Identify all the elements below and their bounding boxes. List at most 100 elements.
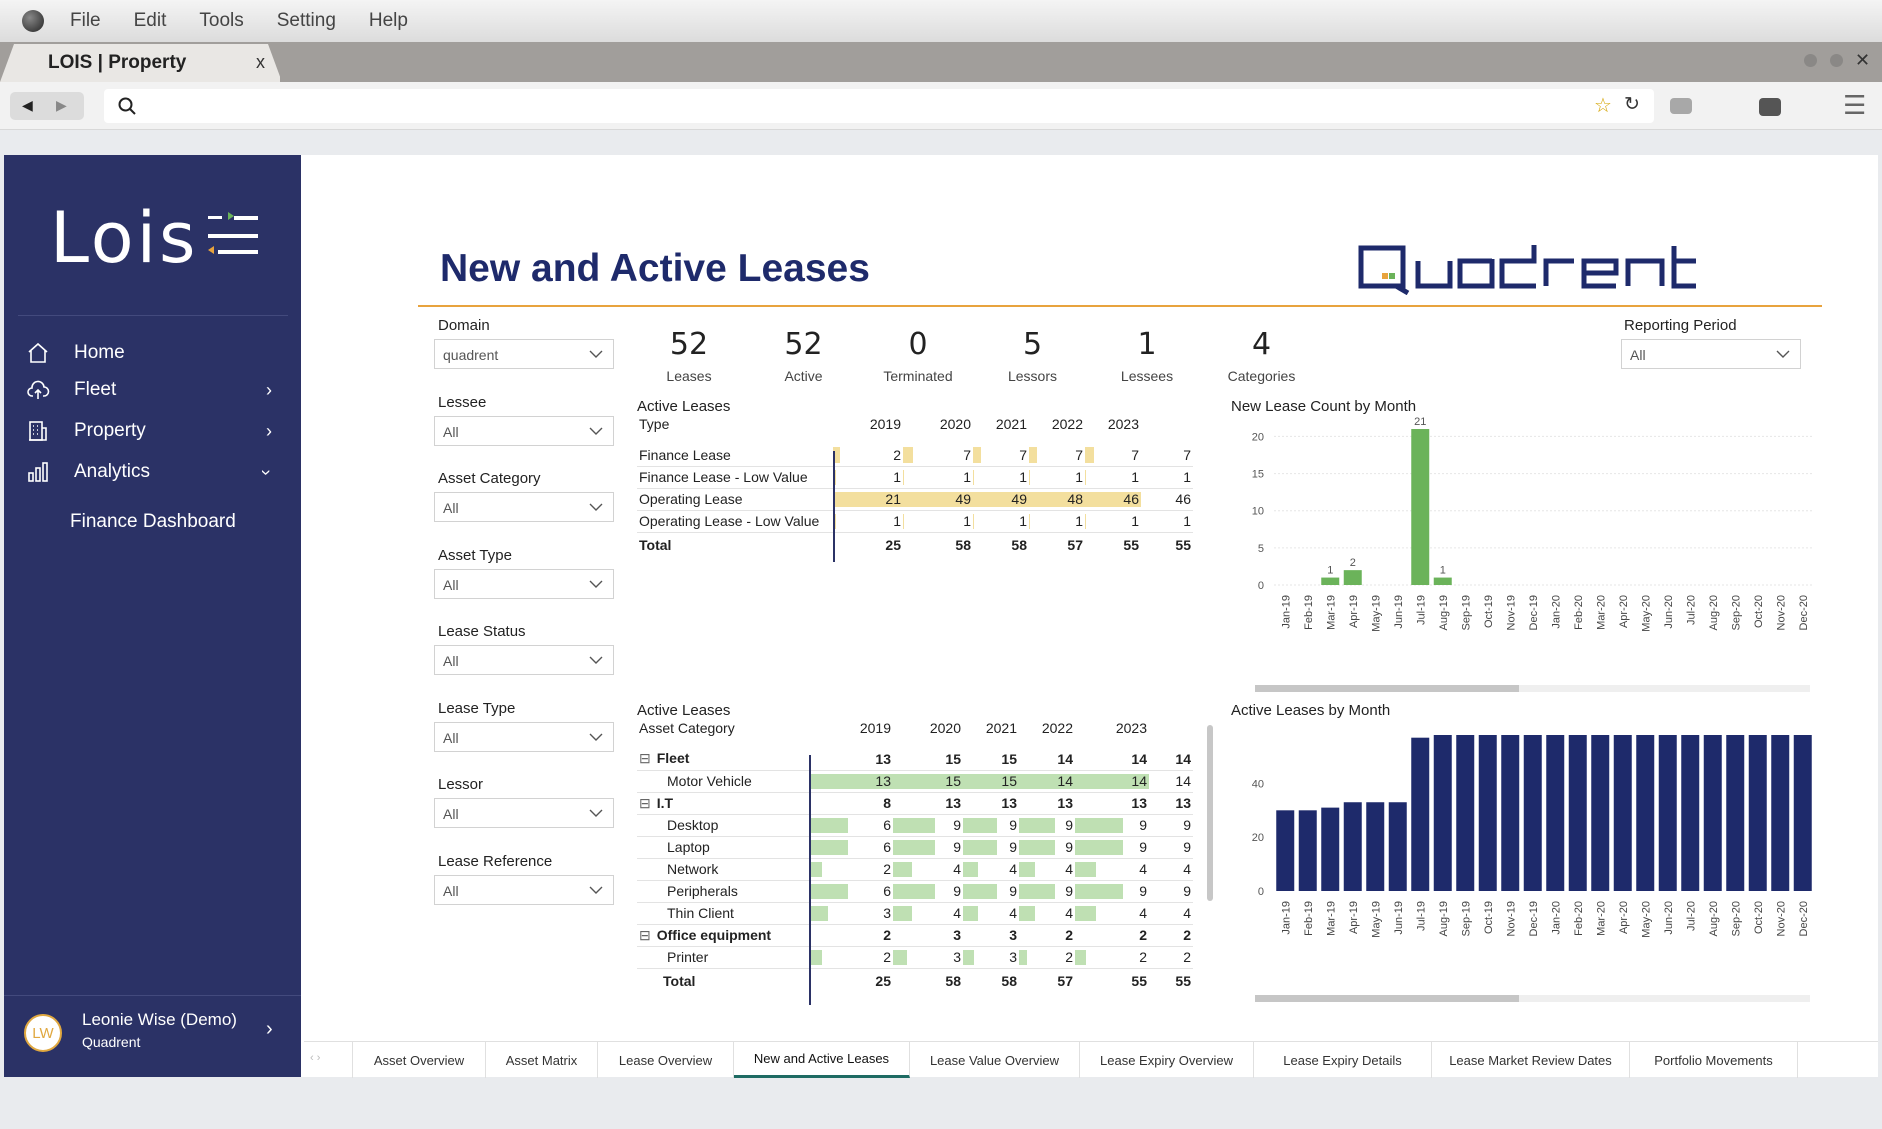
tab-lease-expiry-overview[interactable]: Lease Expiry Overview <box>1080 1042 1254 1078</box>
table-group-row[interactable]: ⊟ Office equipment 2 3 3 2 2 2 <box>637 924 1193 947</box>
table-row[interactable]: Finance Lease 2 7 7 7 7 7 <box>637 444 1193 467</box>
bar[interactable] <box>1366 802 1385 891</box>
collapse-icon[interactable]: ⊟ <box>639 927 651 943</box>
bookmark-star-icon[interactable]: ☆ <box>1594 93 1612 118</box>
bar[interactable] <box>1321 807 1340 891</box>
page-title: New and Active Leases <box>440 247 870 290</box>
tab-close-button[interactable]: x <box>256 52 265 73</box>
menu-setting[interactable]: Setting <box>277 10 336 32</box>
sidebar-item-fleet[interactable]: Fleet › <box>26 372 296 408</box>
bar[interactable] <box>1591 735 1610 891</box>
chevron-down-icon <box>589 580 603 588</box>
url-input[interactable]: ☆ ↻ <box>104 89 1654 123</box>
asset-category-dropdown[interactable]: All <box>434 492 614 522</box>
tab-asset-matrix[interactable]: Asset Matrix <box>486 1042 598 1078</box>
table-row[interactable]: Operating Lease 21 49 49 48 46 46 <box>637 488 1193 511</box>
user-profile[interactable]: LW Leonie Wise (Demo) Quadrent › <box>4 995 301 1077</box>
bar[interactable] <box>1771 735 1790 891</box>
sidebar-item-finance-dashboard[interactable]: Finance Dashboard <box>70 504 236 540</box>
bar[interactable] <box>1726 735 1745 891</box>
bar[interactable] <box>1343 802 1362 891</box>
extension-icon[interactable] <box>1670 98 1692 114</box>
bar[interactable] <box>1568 735 1587 891</box>
collapse-icon[interactable]: ⊟ <box>639 750 651 766</box>
bar[interactable] <box>1456 735 1475 891</box>
bar[interactable] <box>1546 735 1565 891</box>
table-row[interactable]: Laptop 6 9 9 9 9 9 <box>637 836 1193 859</box>
bar[interactable] <box>1298 810 1317 891</box>
bar[interactable] <box>1411 429 1430 585</box>
extension-camera-icon[interactable] <box>1759 98 1781 116</box>
bar[interactable] <box>1636 735 1655 891</box>
bar[interactable] <box>1433 735 1452 891</box>
menu-help[interactable]: Help <box>369 10 408 32</box>
sidebar-item-home[interactable]: Home <box>26 335 125 371</box>
tab-lease-overview[interactable]: Lease Overview <box>598 1042 734 1078</box>
bar[interactable] <box>1321 577 1340 585</box>
table-group-row[interactable]: ⊟ I.T 8 13 13 13 13 13 <box>637 792 1193 815</box>
bar[interactable] <box>1478 735 1497 891</box>
chart1-scrollbar[interactable] <box>1255 685 1810 692</box>
tab-portfolio-movements[interactable]: Portfolio Movements <box>1630 1042 1798 1078</box>
table2-scrollbar[interactable] <box>1207 725 1213 901</box>
chevron-right-icon: › <box>266 420 272 441</box>
lease-type-dropdown[interactable]: All <box>434 721 614 752</box>
menu-tools[interactable]: Tools <box>199 10 243 32</box>
table-row[interactable]: Motor Vehicle 13 15 15 14 14 14 <box>637 770 1193 793</box>
bar[interactable] <box>1276 810 1295 891</box>
table-cell: 13 <box>1075 792 1149 815</box>
bar[interactable] <box>1501 735 1520 891</box>
lease-status-dropdown[interactable]: All <box>434 645 614 675</box>
bar[interactable] <box>1523 735 1542 891</box>
reload-icon[interactable]: ↻ <box>1624 93 1640 116</box>
bar[interactable] <box>1658 735 1677 891</box>
bar[interactable] <box>1388 802 1407 891</box>
menu-file[interactable]: File <box>70 10 101 32</box>
bar[interactable] <box>1411 737 1430 891</box>
window-minimize-button[interactable] <box>1804 54 1817 67</box>
table-row[interactable]: Finance Lease - Low Value 1 1 1 1 1 1 <box>637 466 1193 489</box>
chart2-scrollbar[interactable] <box>1255 995 1810 1002</box>
table-group-row[interactable]: ⊟ Fleet 13 15 15 14 14 14 <box>637 748 1193 771</box>
table-row[interactable]: Desktop 6 9 9 9 9 9 <box>637 814 1193 837</box>
bar[interactable] <box>1748 735 1767 891</box>
bar[interactable] <box>1793 735 1812 891</box>
menu-edit[interactable]: Edit <box>134 10 167 32</box>
table-row[interactable]: Thin Client 3 4 4 4 4 4 <box>637 902 1193 925</box>
tab-scroll-left-icon[interactable]: ‹ › <box>310 1052 320 1064</box>
table-row[interactable]: Printer 2 3 3 2 2 2 <box>637 946 1193 969</box>
lease-reference-dropdown[interactable]: All <box>434 874 614 905</box>
sidebar-item-analytics[interactable]: Analytics › <box>26 454 296 490</box>
bar[interactable] <box>1703 735 1722 891</box>
reporting-period-dropdown[interactable]: All <box>1621 339 1801 369</box>
collapse-icon[interactable]: ⊟ <box>639 795 651 811</box>
bar[interactable] <box>1433 577 1452 585</box>
table-cell: 9 <box>1149 836 1193 859</box>
table-row[interactable]: Peripherals 6 9 9 9 9 9 <box>637 880 1193 903</box>
table-cell: 14 <box>1149 748 1193 771</box>
domain-dropdown[interactable]: quadrent <box>434 339 614 369</box>
bar[interactable] <box>1343 570 1362 585</box>
tab-asset-overview[interactable]: Asset Overview <box>352 1042 486 1078</box>
asset-type-dropdown[interactable]: All <box>434 568 614 599</box>
forward-icon[interactable]: ▶ <box>56 97 67 114</box>
tab-new-and-active-leases[interactable]: New and Active Leases <box>734 1042 910 1078</box>
window-close-icon[interactable]: ✕ <box>1855 50 1870 71</box>
chart1-scroll-thumb[interactable] <box>1255 685 1519 692</box>
tab-lease-market-review-dates[interactable]: Lease Market Review Dates <box>1432 1042 1630 1078</box>
back-icon[interactable]: ◀ <box>22 97 33 114</box>
lessor-dropdown[interactable]: All <box>434 798 614 828</box>
table-row[interactable]: Network 2 4 4 4 4 4 <box>637 858 1193 881</box>
window-maximize-button[interactable] <box>1830 54 1843 67</box>
browser-tab[interactable]: LOIS | Property <box>0 44 280 82</box>
table-row[interactable]: Operating Lease - Low Value 1 1 1 1 1 1 <box>637 510 1193 533</box>
chart2-scroll-thumb[interactable] <box>1255 995 1519 1002</box>
sidebar-item-property[interactable]: Property › <box>26 413 296 449</box>
browser-menu-icon[interactable]: ☰ <box>1843 90 1866 121</box>
kpi-value: 1 <box>1137 327 1157 362</box>
tab-lease-expiry-details[interactable]: Lease Expiry Details <box>1254 1042 1432 1078</box>
lessee-dropdown[interactable]: All <box>434 415 614 446</box>
bar[interactable] <box>1613 735 1632 891</box>
tab-lease-value-overview[interactable]: Lease Value Overview <box>910 1042 1080 1078</box>
bar[interactable] <box>1681 735 1700 891</box>
